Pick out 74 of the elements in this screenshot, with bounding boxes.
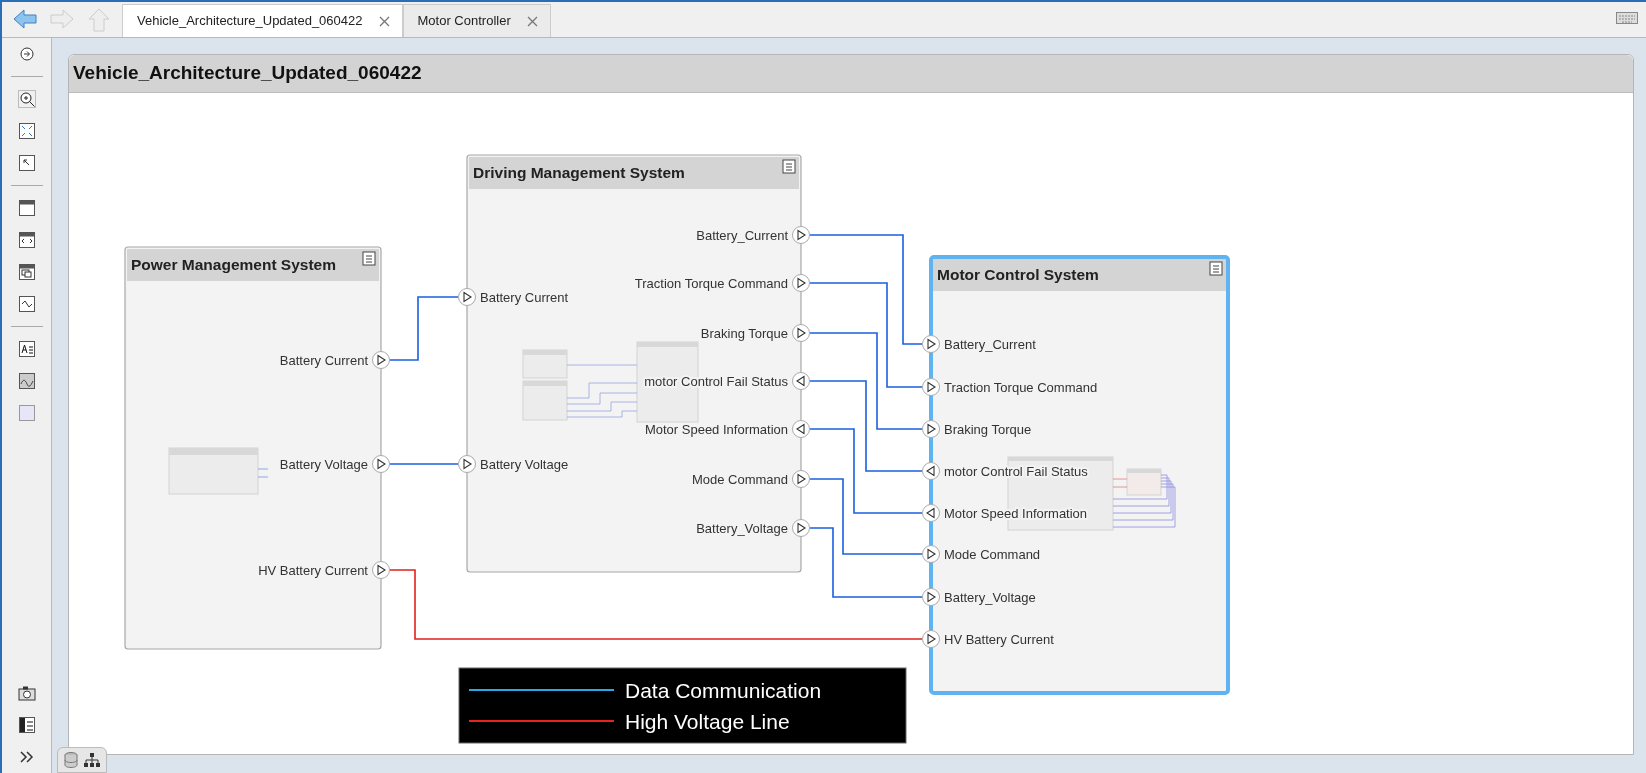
port-icon[interactable] <box>922 335 940 353</box>
image-icon[interactable] <box>16 371 37 391</box>
connection-line[interactable] <box>809 282 923 388</box>
port-icon[interactable] <box>792 274 810 292</box>
port-icon[interactable] <box>922 588 940 606</box>
port-icon[interactable] <box>792 470 810 488</box>
connection-line[interactable] <box>809 527 923 598</box>
port-icon[interactable] <box>922 420 940 438</box>
port-label: HV Battery Current <box>944 631 1054 647</box>
port-icon[interactable] <box>792 420 810 438</box>
connection-line[interactable] <box>809 428 923 514</box>
connection-line[interactable] <box>389 569 923 640</box>
port-icon[interactable] <box>458 455 476 473</box>
document-icon[interactable] <box>362 251 376 266</box>
annotation-icon[interactable] <box>16 339 37 359</box>
reference-component-icon[interactable] <box>16 262 37 282</box>
port-label: HV Battery Current <box>258 562 368 578</box>
port-label: Battery_Voltage <box>944 589 1036 605</box>
connection-line[interactable] <box>809 478 923 555</box>
variant-component-icon[interactable] <box>16 294 37 314</box>
connection-line[interactable] <box>809 234 923 345</box>
port-icon[interactable] <box>372 455 390 473</box>
port-icon[interactable] <box>458 288 476 306</box>
port-icon[interactable] <box>372 561 390 579</box>
connection-line[interactable] <box>389 296 459 361</box>
port-icon[interactable] <box>922 462 940 480</box>
block-title: Motor Control System <box>937 266 1099 283</box>
port-label: motor Control Fail Status <box>944 463 1088 479</box>
port-label: Motor Speed Information <box>944 505 1088 521</box>
port-label: Braking Torque <box>944 421 1032 437</box>
port-icon[interactable] <box>792 324 810 342</box>
software-component-icon[interactable] <box>16 230 37 250</box>
port-icon[interactable] <box>792 226 810 244</box>
legend-label: Data Communication <box>625 679 822 702</box>
property-inspector-icon[interactable] <box>16 715 37 735</box>
document-icon[interactable] <box>1209 261 1223 276</box>
port-label: Mode Command <box>944 546 1041 562</box>
connection-line[interactable] <box>809 332 923 430</box>
document-icon[interactable] <box>782 159 796 174</box>
document-tab[interactable]: Motor Controller <box>402 4 551 37</box>
hierarchy-icon[interactable] <box>83 751 101 769</box>
port-icon[interactable] <box>792 519 810 537</box>
port-label: Battery_Current <box>696 227 788 243</box>
legend-label: High Voltage Line <box>625 710 790 733</box>
port-label: Motor Speed Information <box>644 421 788 437</box>
port-icon[interactable] <box>922 504 940 522</box>
port-label: Traction Torque Command <box>634 275 788 291</box>
port-label: Traction Torque Command <box>944 379 1098 395</box>
port-label: Braking Torque <box>700 325 788 341</box>
close-icon[interactable] <box>378 15 390 27</box>
component-icon[interactable] <box>16 198 37 218</box>
port-label: Battery Voltage <box>480 456 569 472</box>
port-label: Mode Command <box>691 471 788 487</box>
port-label: Battery Voltage <box>279 456 368 472</box>
port-label: Battery_Voltage <box>696 520 788 536</box>
block-title: Power Management System <box>131 256 336 273</box>
port-icon[interactable] <box>372 351 390 369</box>
close-icon[interactable] <box>526 15 538 27</box>
port-icon[interactable] <box>922 630 940 648</box>
port-icon[interactable] <box>792 372 810 390</box>
fit-to-view-icon[interactable] <box>16 121 37 141</box>
connection-line[interactable] <box>809 380 923 472</box>
port-label: Battery Current <box>480 289 569 305</box>
port-label: Battery Current <box>279 352 368 368</box>
port-label: Battery_Current <box>944 336 1036 352</box>
actual-size-icon[interactable] <box>16 153 37 173</box>
zoom-in-icon[interactable] <box>16 89 37 109</box>
port-label: motor Control Fail Status <box>644 373 788 389</box>
document-tab[interactable]: Vehicle_Architecture_Updated_060422 <box>122 4 403 37</box>
keyboard-icon[interactable] <box>1616 11 1638 24</box>
diagram-title: Vehicle_Architecture_Updated_060422 <box>73 61 422 86</box>
block-title: Driving Management System <box>473 164 685 181</box>
port-icon[interactable] <box>922 545 940 563</box>
port-icon[interactable] <box>922 378 940 396</box>
